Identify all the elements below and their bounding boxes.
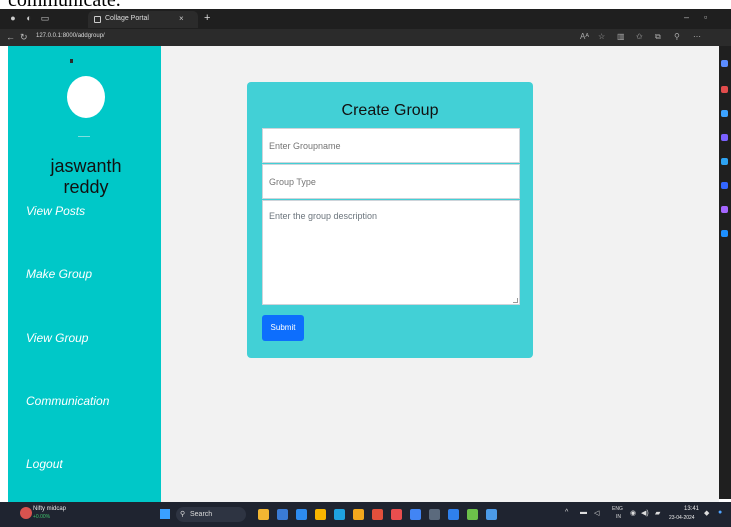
- sidebar-link-logout[interactable]: Logout: [26, 457, 63, 471]
- windows-taskbar: Nifty midcap +0.00% ⚲ Search ^ ▬ ◁ ENG I…: [0, 502, 731, 527]
- collections-icon[interactable]: ⧉: [655, 32, 661, 42]
- group-type-input[interactable]: [262, 164, 520, 199]
- split-screen-icon[interactable]: ▥: [617, 32, 625, 41]
- taskbar-app-icon[interactable]: [296, 509, 307, 520]
- browser-address-bar: ← ↻ 127.0.0.1:8000/addgroup/ Aᴬ ☆ ▥ ✩ ⧉ …: [0, 29, 731, 46]
- drop-icon[interactable]: [721, 230, 728, 237]
- shopping-icon[interactable]: [721, 86, 728, 93]
- taskbar-app-icon[interactable]: [372, 509, 383, 520]
- profile-icon[interactable]: ●: [8, 13, 18, 23]
- app-sidebar: jaswanth reddy View Posts Make Group Vie…: [8, 46, 161, 502]
- browser-side-panel: [719, 46, 731, 499]
- browser-tab[interactable]: Collage Portal ×: [88, 11, 198, 28]
- avatar-divider: [78, 136, 90, 137]
- widget-title: Nifty midcap: [33, 506, 67, 512]
- tab-actions-icon[interactable]: ▭: [40, 13, 50, 23]
- refresh-icon[interactable]: ↻: [20, 32, 28, 43]
- favorites-icon[interactable]: ✩: [636, 32, 643, 41]
- sidebar-link-communication[interactable]: Communication: [26, 394, 109, 408]
- tray-location-icon[interactable]: ◁: [594, 509, 599, 517]
- folder-icon[interactable]: [315, 509, 326, 520]
- taskbar-app-icon[interactable]: [353, 509, 364, 520]
- read-aloud-icon[interactable]: Aᴬ: [580, 32, 589, 41]
- volume-icon[interactable]: ◀): [641, 509, 649, 517]
- market-widget-icon[interactable]: [20, 507, 32, 519]
- notification-bell-icon[interactable]: ◆: [704, 509, 709, 517]
- new-tab-button[interactable]: +: [204, 12, 210, 24]
- tab-close-icon[interactable]: ×: [179, 14, 184, 23]
- copilot-icon[interactable]: [721, 60, 728, 67]
- battery-icon[interactable]: ▰: [655, 509, 660, 517]
- games-icon[interactable]: [721, 134, 728, 141]
- outlook-icon[interactable]: [721, 182, 728, 189]
- resize-handle-icon[interactable]: [513, 298, 518, 303]
- clock-date[interactable]: 23-04-2024: [669, 515, 695, 521]
- language-indicator[interactable]: ENG: [612, 506, 623, 512]
- favorite-icon[interactable]: ☆: [598, 32, 605, 41]
- description-placeholder: Enter the group description: [269, 211, 378, 221]
- sidebar-link-view-posts[interactable]: View Posts: [26, 204, 85, 218]
- taskbar-app-icon[interactable]: [391, 509, 402, 520]
- chrome-icon[interactable]: [410, 509, 421, 520]
- back-icon[interactable]: ←: [6, 32, 15, 42]
- group-description-textarea[interactable]: Enter the group description: [262, 200, 520, 305]
- main-content: Create Group Enter the group description…: [161, 46, 719, 502]
- taskbar-app-icon[interactable]: [277, 509, 288, 520]
- extensions-icon[interactable]: ⚲: [674, 32, 680, 41]
- create-group-card: Create Group Enter the group description…: [247, 82, 533, 358]
- vscode-icon[interactable]: [448, 509, 459, 520]
- taskbar-search[interactable]: ⚲ Search: [176, 507, 246, 522]
- sidebar-link-make-group[interactable]: Make Group: [26, 267, 92, 281]
- edge-icon[interactable]: [334, 509, 345, 520]
- workspaces-icon[interactable]: ◐: [24, 13, 34, 23]
- submit-button[interactable]: Submit: [262, 315, 304, 341]
- groupname-input[interactable]: [262, 128, 520, 163]
- windows-start-icon[interactable]: [160, 509, 170, 519]
- url-field[interactable]: 127.0.0.1:8000/addgroup/: [36, 33, 105, 39]
- tab-favicon: [94, 16, 101, 23]
- file-explorer-icon[interactable]: [258, 509, 269, 520]
- language-region: IN: [616, 514, 621, 520]
- cropped-text: communicate.: [8, 0, 121, 9]
- more-icon[interactable]: ⋯: [693, 32, 701, 41]
- avatar: [67, 76, 105, 118]
- form-title: Create Group: [341, 102, 439, 119]
- tray-app-icon[interactable]: ▬: [580, 509, 587, 516]
- designer-icon[interactable]: [721, 206, 728, 213]
- search-icon: ⚲: [180, 511, 186, 518]
- maximize-icon[interactable]: ▫: [704, 12, 707, 22]
- office-icon[interactable]: [721, 158, 728, 165]
- taskbar-app-icon[interactable]: [467, 509, 478, 520]
- taskbar-app-icon[interactable]: [429, 509, 440, 520]
- tray-overflow-icon[interactable]: ^: [565, 509, 568, 516]
- tools-icon[interactable]: [721, 110, 728, 117]
- widget-subtitle: +0.00%: [33, 514, 51, 520]
- cropped-text-strip: communicate.: [0, 0, 731, 9]
- sidebar-link-view-group[interactable]: View Group: [26, 331, 88, 345]
- wifi-icon[interactable]: ◉: [630, 509, 636, 517]
- copilot-taskbar-icon[interactable]: ●: [718, 509, 722, 516]
- taskbar-app-icon[interactable]: [486, 509, 497, 520]
- tab-title: Collage Portal: [105, 15, 149, 22]
- screenshot: communicate. ● ◐ ▭ Collage Portal × + – …: [0, 0, 731, 527]
- clock-time[interactable]: 13:41: [684, 506, 699, 512]
- search-label: Search: [190, 511, 213, 518]
- avatar-broken-image: [70, 59, 73, 63]
- username: jaswanth reddy: [50, 156, 122, 197]
- minimize-icon[interactable]: –: [684, 12, 689, 22]
- browser-tab-bar: ● ◐ ▭ Collage Portal × + – ▫: [0, 9, 731, 29]
